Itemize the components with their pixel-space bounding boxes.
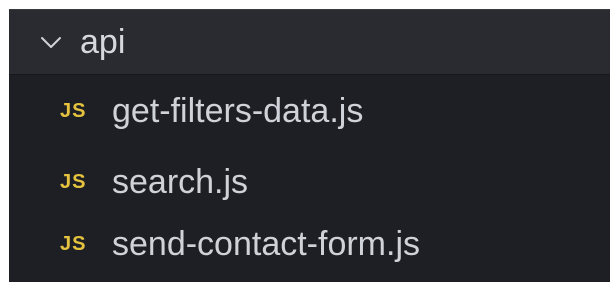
- folder-name: api: [80, 22, 126, 61]
- file-item-get-filters-data[interactable]: JS get-filters-data.js: [9, 81, 610, 141]
- js-file-icon: JS: [60, 170, 87, 193]
- file-name: send-contact-form.js: [112, 224, 420, 263]
- file-name: get-filters-data.js: [112, 91, 364, 130]
- file-name: search.js: [112, 162, 249, 201]
- file-item-search[interactable]: JS search.js: [9, 152, 610, 212]
- js-file-icon: JS: [60, 232, 87, 255]
- file-explorer-panel: api JS get-filters-data.js JS search.js …: [9, 9, 610, 282]
- folder-row-api[interactable]: api: [9, 9, 610, 75]
- js-file-icon: JS: [60, 99, 87, 122]
- file-item-send-contact-form[interactable]: JS send-contact-form.js: [9, 214, 610, 274]
- chevron-down-icon[interactable]: [36, 27, 66, 57]
